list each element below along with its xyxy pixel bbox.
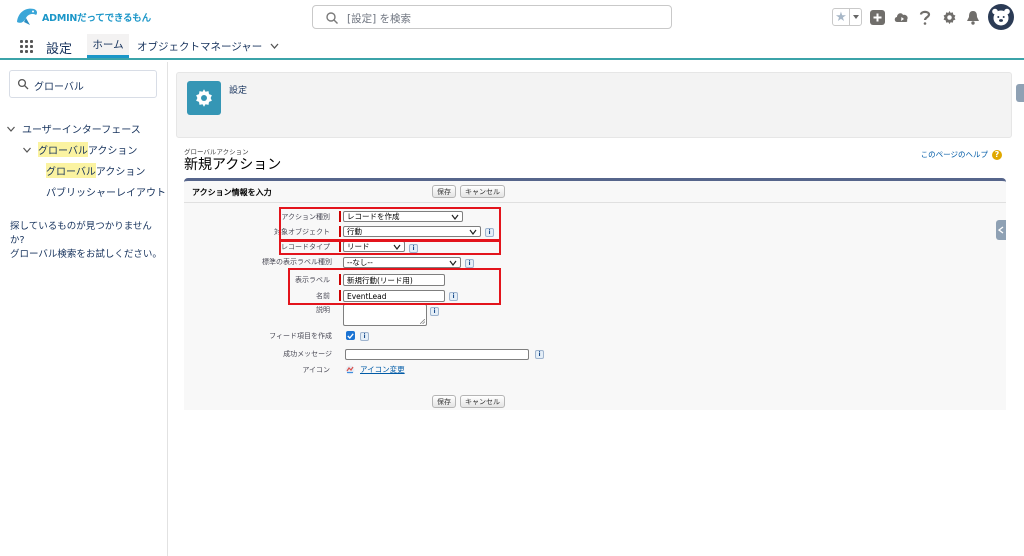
tree-item-user-interface[interactable]: ユーザーインターフェース	[6, 121, 141, 136]
annotation-box-label-name	[288, 268, 501, 305]
star-icon: ★	[835, 9, 847, 25]
panel-title: アクション情報を入力	[192, 188, 272, 197]
chevron-down-icon	[23, 147, 31, 153]
app-navigation-bar: 設定 ホーム オブジェクトマネージャー	[0, 34, 1024, 60]
setup-header-title: 設定	[229, 86, 248, 96]
resize-handle-icon[interactable]	[420, 319, 425, 324]
notification-bell-icon[interactable]	[964, 8, 982, 26]
app-name: 設定	[46, 42, 73, 57]
setup-main-content: 設定 グローバルアクション 新規アクション このページのヘルプ ? アクション情…	[176, 62, 1024, 556]
favorites-button[interactable]: ★	[832, 8, 862, 26]
help-question-icon[interactable]	[916, 8, 934, 26]
feed-item-label: フィード項目を作成	[269, 332, 332, 340]
success-message-label: 成功メッセージ	[283, 350, 332, 358]
tree-item-label: アクション	[87, 146, 138, 157]
tab-object-manager[interactable]: オブジェクトマネージャー	[137, 34, 279, 58]
setup-gear-icon	[187, 81, 221, 115]
annotation-box-record-type	[279, 239, 501, 255]
cancel-button-top[interactable]: キャンセル	[460, 185, 505, 198]
trailhead-cloud-icon[interactable]	[892, 8, 910, 26]
standard-label-type-label: 標準の表示ラベル種別	[262, 258, 332, 266]
user-avatar[interactable]	[988, 4, 1014, 30]
standard-label-type-select[interactable]: --なし--	[343, 257, 461, 268]
annotation-box-action-target	[279, 207, 501, 242]
tab-home-label: ホーム	[92, 39, 124, 51]
expand-panel-handle[interactable]	[1016, 84, 1024, 102]
tab-object-manager-label: オブジェクトマネージャー	[137, 40, 263, 53]
info-icon[interactable]: i	[465, 259, 474, 268]
collapse-panel-handle[interactable]	[996, 220, 1006, 240]
save-button-bottom[interactable]: 保存	[432, 395, 456, 408]
chevron-down-icon	[270, 43, 279, 49]
feed-item-checkbox[interactable]	[346, 331, 355, 340]
bear-avatar-icon	[992, 8, 1010, 26]
setup-gear-icon[interactable]	[940, 8, 958, 26]
quick-find-input[interactable]: グローバル	[9, 70, 157, 98]
brand-logo-text: ADMINだってできるもん	[42, 13, 151, 24]
icon-label: アイコン	[302, 366, 330, 374]
global-actions-plus-icon[interactable]	[868, 8, 886, 26]
global-search-input[interactable]: [設定] を検索	[312, 5, 672, 29]
search-placeholder: [設定] を検索	[347, 13, 412, 25]
search-help-note: 探しているものが見つかりませんか? グローバル検索をお試しください。	[10, 220, 165, 262]
description-textarea[interactable]	[343, 304, 427, 326]
chevron-down-icon	[449, 260, 457, 266]
tree-item-publisher-layouts[interactable]: パブリッシャーレイアウト	[46, 184, 166, 199]
search-icon	[17, 78, 29, 90]
standard-label-type-value: --なし--	[347, 258, 373, 267]
page-help-link[interactable]: このページのヘルプ ?	[921, 149, 1002, 160]
dolphin-logo-icon	[17, 8, 38, 25]
tree-item-label: ユーザーインターフェース	[22, 125, 141, 136]
search-highlight: グローバル	[38, 142, 88, 157]
change-icon-link[interactable]: アイコン変更	[360, 364, 405, 375]
chevron-left-icon	[998, 226, 1004, 234]
description-label: 説明	[316, 306, 330, 314]
tree-item-global-actions-child[interactable]: グローバル アクション	[46, 163, 145, 178]
chevron-down-icon[interactable]	[849, 9, 861, 25]
setup-sidebar: グローバル ユーザーインターフェース グローバル アクション グローバル アクション…	[0, 62, 168, 556]
tree-item-label: パブリッシャーレイアウト	[46, 188, 166, 199]
global-header: ADMINだってできるもん [設定] を検索 ★	[0, 0, 1024, 34]
page-title: 新規アクション	[184, 157, 282, 173]
chevron-down-icon	[7, 126, 15, 132]
help-question-icon: ?	[992, 149, 1002, 160]
page-help-link-text: このページのヘルプ	[920, 150, 988, 159]
info-icon[interactable]: i	[430, 307, 439, 316]
header-utility-icons: ★	[832, 4, 1014, 30]
app-launcher-grid-icon[interactable]	[20, 40, 34, 54]
tree-item-label: アクション	[95, 167, 146, 178]
search-help-line-1: 探しているものが見つかりませんか?	[10, 221, 152, 246]
search-help-line-2: グローバル検索をお試しください。	[10, 249, 162, 260]
brand-logo[interactable]: ADMINだってできるもん	[10, 4, 151, 30]
save-button-top[interactable]: 保存	[432, 185, 456, 198]
search-icon	[326, 12, 338, 24]
setup-page-header: 設定	[176, 72, 1012, 138]
cancel-button-bottom[interactable]: キャンセル	[460, 395, 505, 408]
search-highlight: グローバル	[46, 163, 96, 178]
quick-find-value: グローバル	[34, 82, 84, 93]
tree-item-global-actions[interactable]: グローバル アクション	[22, 142, 137, 157]
action-info-panel: アクション情報を入力 保存 キャンセル アクション種別 レコードを作成 対象オブ…	[184, 178, 1006, 410]
success-message-input[interactable]	[345, 349, 529, 360]
tab-home[interactable]: ホーム	[87, 34, 129, 58]
checkmark-icon	[347, 332, 354, 339]
info-icon[interactable]: i	[360, 332, 369, 341]
panel-header: アクション情報を入力 保存 キャンセル	[184, 181, 1006, 203]
action-icon-preview	[345, 365, 355, 375]
info-icon[interactable]: i	[535, 350, 544, 359]
